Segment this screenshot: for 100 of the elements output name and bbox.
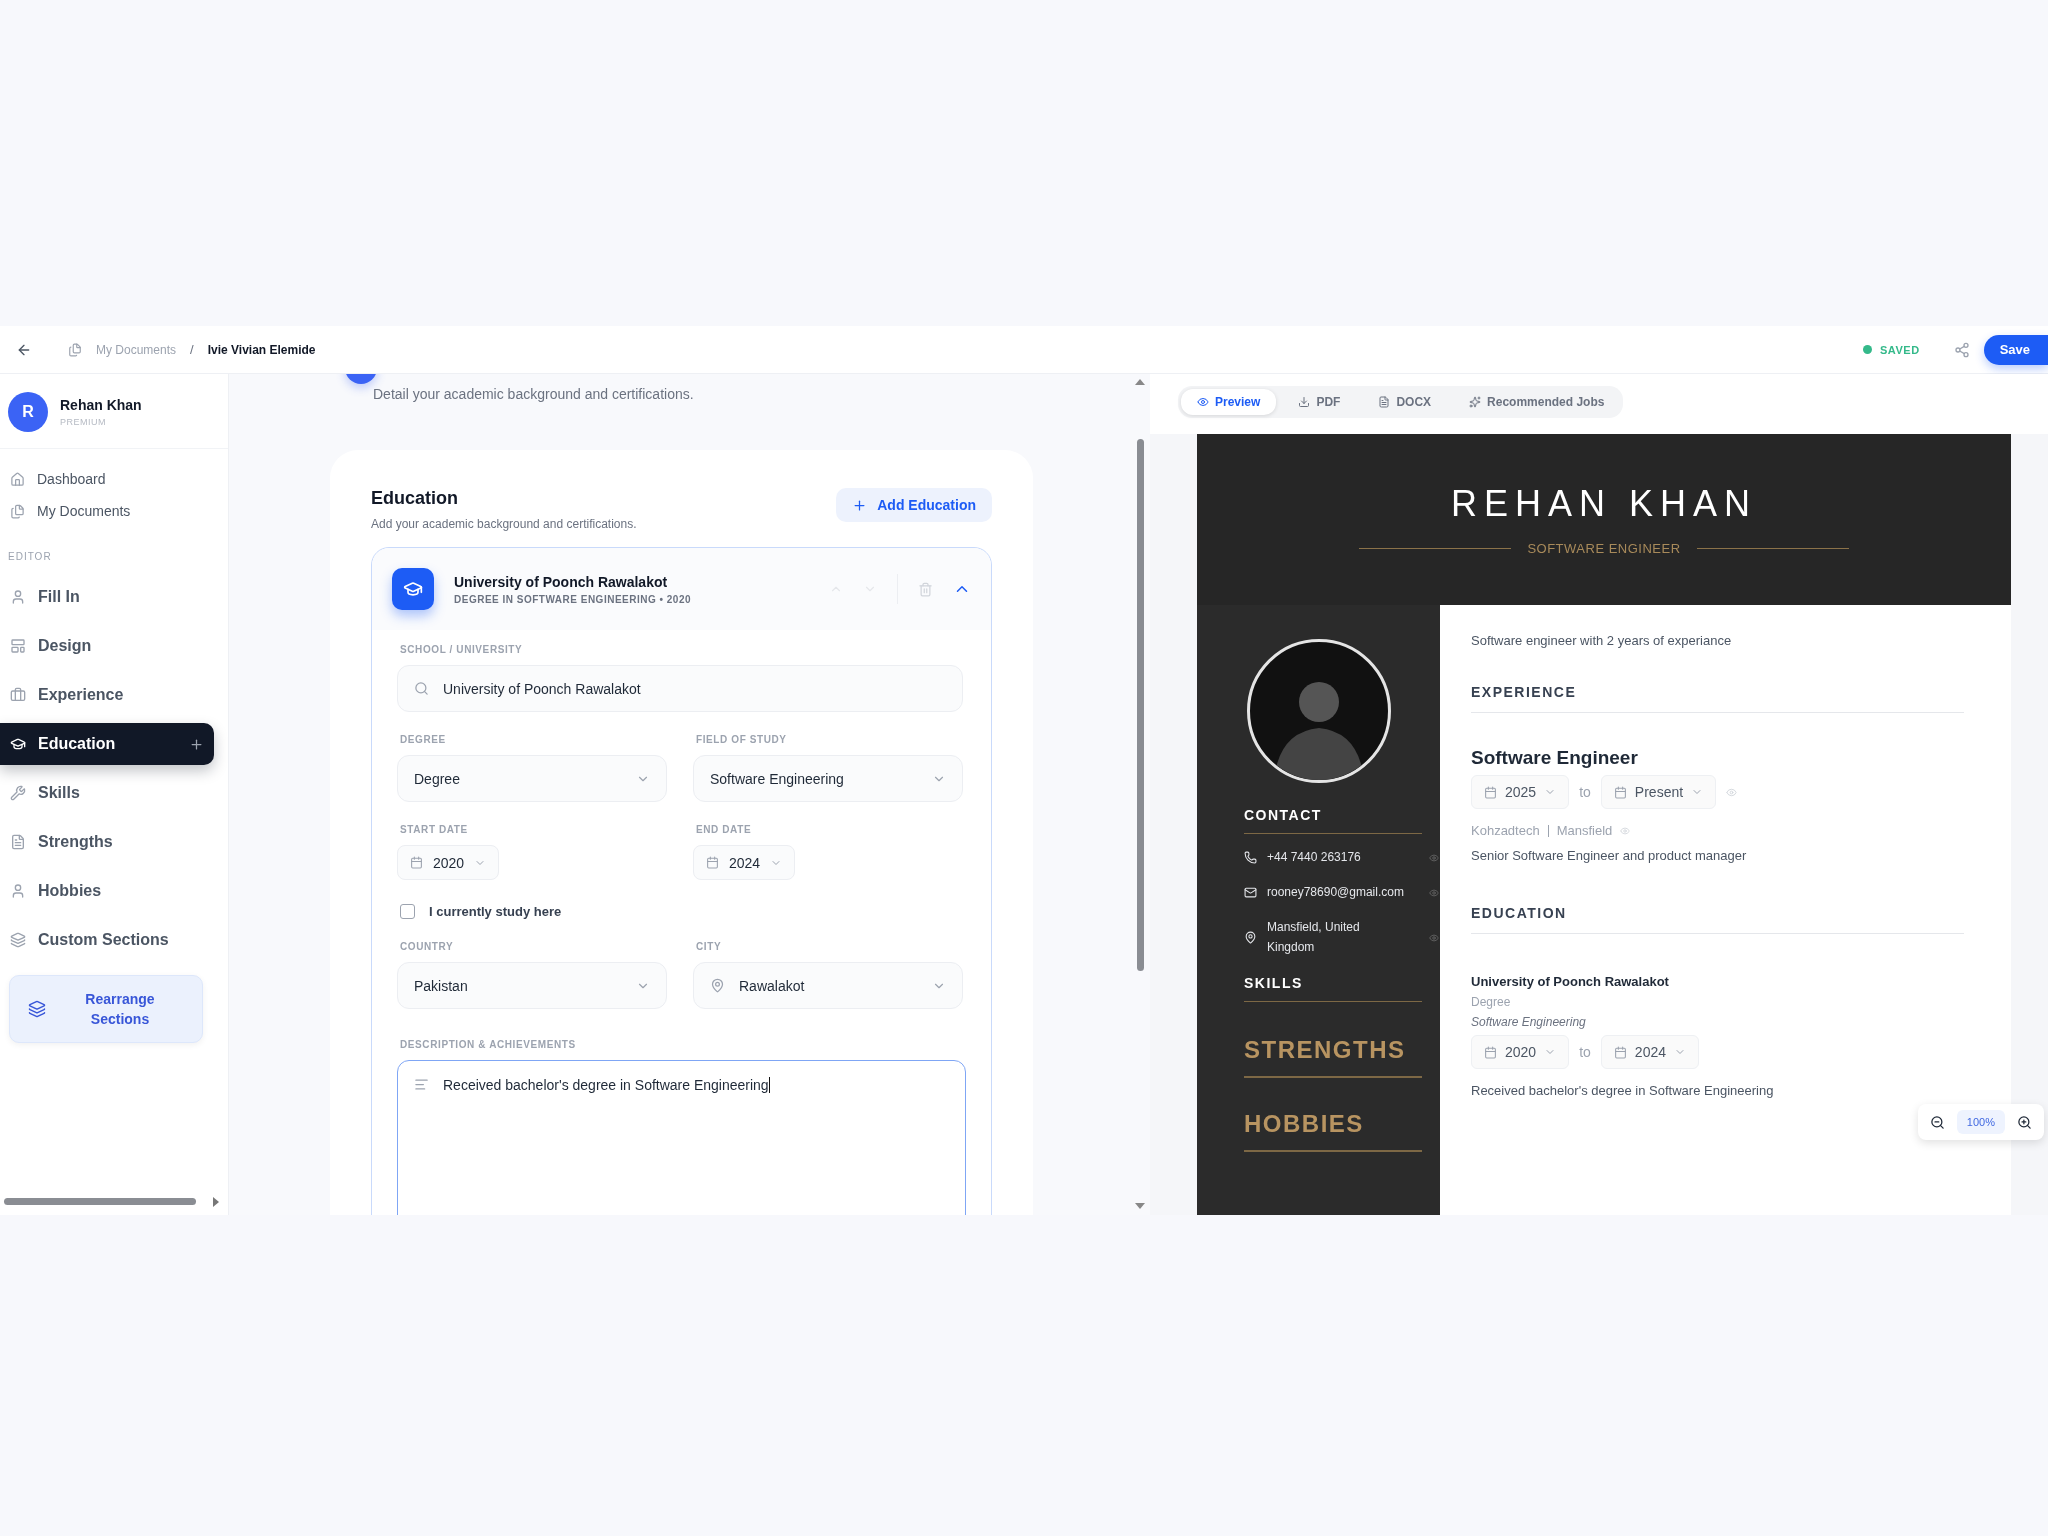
school-name: University of Poonch Rawalakot xyxy=(1471,974,1670,989)
calendar-icon xyxy=(1484,785,1497,799)
recommended-jobs-tab[interactable]: Recommended Jobs xyxy=(1453,389,1621,415)
sidebar-item[interactable]: Custom Sections xyxy=(0,919,214,961)
entry-subtitle: DEGREE IN SOFTWARE ENGINEERING • 2020 xyxy=(454,593,693,605)
sidebar-nav-item[interactable]: Dashboard xyxy=(10,471,218,487)
field-of-study-select[interactable]: Software Engineering xyxy=(693,755,963,802)
layers-icon xyxy=(10,932,26,948)
resume-job-title: SOFTWARE ENGINEER xyxy=(1527,541,1681,556)
sidebar-item[interactable]: Design xyxy=(0,625,214,667)
job-description: Senior Software Engineer and product manager xyxy=(1471,848,1748,863)
school-search-field[interactable]: University of Poonch Rawalakot xyxy=(397,665,963,712)
resume-section-heading: EDUCATION xyxy=(1471,905,1964,934)
user-avatar: R xyxy=(8,392,48,432)
sidebar-item[interactable]: Skills xyxy=(0,772,214,814)
resume-summary: Software engineer with 2 years of experiance xyxy=(1471,633,1733,648)
preview-tab[interactable]: Preview xyxy=(1181,389,1277,415)
text-lines-icon xyxy=(414,1077,429,1092)
description-textarea[interactable]: Received bachelor's degree in Software Engineering xyxy=(397,1060,966,1215)
visibility-toggle[interactable] xyxy=(1429,887,1439,898)
scroll-right-arrow[interactable] xyxy=(213,1197,219,1207)
start-year-picker[interactable]: 2020 xyxy=(1471,1035,1570,1069)
start-date-picker[interactable]: 2020 xyxy=(397,845,500,880)
visibility-toggle[interactable] xyxy=(1620,825,1631,836)
eye-icon xyxy=(1197,396,1209,408)
sidebar-item[interactable]: Education xyxy=(0,723,214,765)
visibility-toggle[interactable] xyxy=(1429,932,1439,943)
field-label: COUNTRY xyxy=(400,941,455,952)
delete-icon[interactable] xyxy=(918,581,933,597)
company-name: Kohzadtech xyxy=(1471,823,1540,838)
field-label: SCHOOL / UNIVERSITY xyxy=(400,644,524,655)
scrollbar-thumb[interactable] xyxy=(4,1198,196,1205)
field-label: DESCRIPTION & ACHIEVEMENTS xyxy=(400,1039,577,1050)
field-label: DEGREE xyxy=(400,734,447,745)
contact-text: Mansfield, United Kingdom xyxy=(1267,919,1361,956)
section-intro: Detail your academic background and certifications. xyxy=(373,386,695,402)
user-plan: PREMIUM xyxy=(60,417,107,427)
checkbox[interactable] xyxy=(400,904,415,919)
add-education-button[interactable]: Add Education xyxy=(836,488,992,522)
sidebar-item[interactable]: Fill In xyxy=(0,576,214,618)
section-label: EDITOR xyxy=(7,550,53,564)
map-pin-icon xyxy=(710,978,725,993)
sidebar-item[interactable]: Strengths xyxy=(0,821,214,863)
field-label: FIELD OF STUDY xyxy=(696,734,788,745)
visibility-toggle[interactable] xyxy=(1726,786,1738,798)
sidebar-item[interactable]: Experience xyxy=(0,674,214,716)
user-name: Rehan Khan xyxy=(60,397,142,413)
calendar-icon xyxy=(706,856,719,869)
user-icon xyxy=(10,589,26,605)
field-label: START DATE xyxy=(400,824,469,835)
briefcase-icon xyxy=(10,687,26,703)
resume-section-heading: HOBBIES xyxy=(1244,1109,1422,1152)
end-date-picker[interactable]: Present xyxy=(1600,775,1717,809)
rearrange-sections-button[interactable]: Rearrange Sections xyxy=(9,975,203,1043)
section-subtitle: Add your academic background and certifications. xyxy=(371,517,637,531)
sidebar-nav-item[interactable]: My Documents xyxy=(10,503,218,519)
home-icon xyxy=(10,471,25,487)
calendar-icon xyxy=(1613,1045,1627,1059)
zoom-level: 100% xyxy=(1956,1110,2005,1134)
resume-section-heading: SKILLS xyxy=(1244,974,1422,1002)
layout-icon xyxy=(10,638,26,654)
download-icon xyxy=(1298,396,1311,408)
end-year-picker[interactable]: 2024 xyxy=(1600,1035,1699,1069)
graduation-cap-icon xyxy=(10,736,26,752)
map-pin-icon xyxy=(1244,931,1257,945)
calendar-icon xyxy=(410,856,423,869)
breadcrumb-link[interactable]: Ivie Vivian Elemide xyxy=(207,342,316,357)
save-status: SAVED xyxy=(1880,343,1920,356)
visibility-toggle[interactable] xyxy=(1429,852,1439,863)
document-icon xyxy=(1378,396,1391,408)
share-icon[interactable] xyxy=(1953,341,1970,358)
wrench-icon xyxy=(10,785,26,801)
city-select[interactable]: Rawalakot xyxy=(693,962,963,1009)
plus-icon xyxy=(852,497,868,513)
date-separator: to xyxy=(1579,1044,1591,1060)
section-title: Education xyxy=(371,488,459,509)
sidebar-item[interactable]: Hobbies xyxy=(0,870,214,912)
end-date-picker[interactable]: 2024 xyxy=(693,845,796,880)
field-of-study: Software Engineering xyxy=(1471,1015,1587,1029)
graduation-cap-icon xyxy=(392,568,434,610)
job-role: Software Engineer xyxy=(1471,747,1639,769)
country-select[interactable]: Pakistan xyxy=(397,962,667,1009)
degree-select[interactable]: Degree xyxy=(397,755,667,802)
phone-icon xyxy=(1244,851,1257,865)
job-location: Mansfield xyxy=(1556,823,1613,838)
pdf-tab[interactable]: PDF xyxy=(1282,389,1357,415)
breadcrumb-separator: / xyxy=(190,342,194,357)
degree-name: Degree xyxy=(1471,995,1512,1009)
entry-title: University of Poonch Rawalakot xyxy=(454,573,669,590)
user-icon xyxy=(10,883,26,899)
save-button[interactable]: Save xyxy=(1983,334,2048,365)
start-year-picker[interactable]: 2025 xyxy=(1471,775,1570,809)
calendar-icon xyxy=(1484,1045,1497,1059)
mail-icon xyxy=(1244,886,1257,900)
zoom-in-icon[interactable] xyxy=(2017,1114,2032,1130)
zoom-out-icon[interactable] xyxy=(1929,1114,1945,1130)
plus-icon xyxy=(189,736,204,752)
status-dot xyxy=(1863,345,1873,354)
docx-tab[interactable]: DOCX xyxy=(1362,389,1448,415)
resume-section-heading: EXPERIENCE xyxy=(1471,684,1964,713)
